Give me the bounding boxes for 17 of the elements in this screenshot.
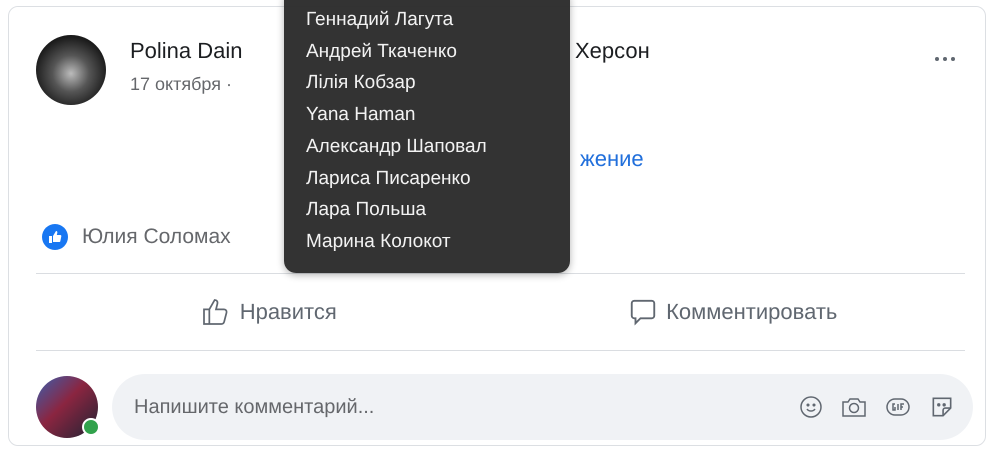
group-name[interactable]: Херсон — [575, 38, 650, 64]
like-button[interactable]: Нравится — [36, 286, 500, 338]
reactors-text[interactable]: Юлия Соломах — [82, 225, 231, 249]
reactor-name: Марина Колокот — [306, 230, 452, 254]
reactor-name: Андрей Ткаченко — [306, 40, 458, 64]
comment-field[interactable]: Напишите комментарий... — [112, 374, 973, 440]
reactor-name: Лілія Кобзар — [306, 71, 417, 96]
comment-input[interactable]: Напишите комментарий... — [132, 394, 781, 420]
reactor-name: Лара Польша — [306, 198, 428, 222]
smiley-icon[interactable] — [799, 395, 823, 419]
comment-button[interactable]: Комментировать — [500, 286, 965, 338]
attachment-link[interactable]: жение — [580, 146, 644, 171]
like-reaction-icon — [42, 224, 68, 250]
reactor-name: Yana Haman — [306, 103, 416, 128]
reactor-name: Лариса Писаренко — [306, 166, 472, 191]
reactor-name: Александр Шаповал — [306, 134, 488, 159]
reactor-name: Геннадий Лагута — [306, 8, 454, 32]
